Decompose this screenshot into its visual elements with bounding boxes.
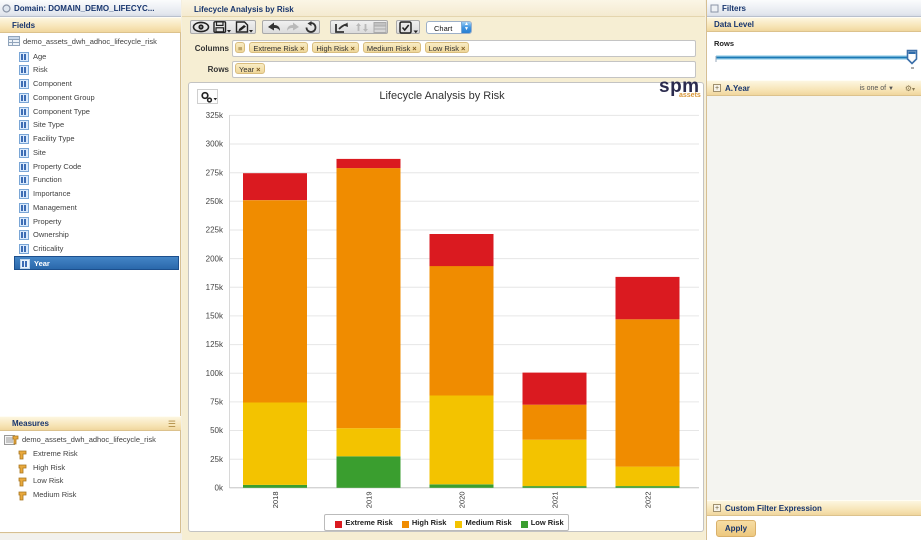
svg-text:275k: 275k — [206, 168, 224, 177]
svg-text:325k: 325k — [206, 111, 224, 120]
svg-text:2019: 2019 — [365, 492, 374, 509]
svg-text:75k: 75k — [210, 398, 224, 407]
svg-text:300k: 300k — [206, 140, 224, 149]
svg-text:2021: 2021 — [551, 492, 560, 509]
svg-text:250k: 250k — [206, 197, 224, 206]
svg-text:225k: 225k — [206, 226, 224, 235]
svg-text:2018: 2018 — [271, 492, 280, 509]
svg-text:0k: 0k — [215, 484, 224, 493]
svg-text:200k: 200k — [206, 254, 224, 263]
svg-text:150k: 150k — [206, 312, 224, 321]
svg-text:50k: 50k — [210, 426, 224, 435]
svg-text:100k: 100k — [206, 369, 224, 378]
svg-text:25k: 25k — [210, 455, 224, 464]
svg-text:125k: 125k — [206, 340, 224, 349]
svg-text:2020: 2020 — [458, 492, 467, 509]
svg-text:2022: 2022 — [644, 492, 653, 509]
svg-text:175k: 175k — [206, 283, 224, 292]
